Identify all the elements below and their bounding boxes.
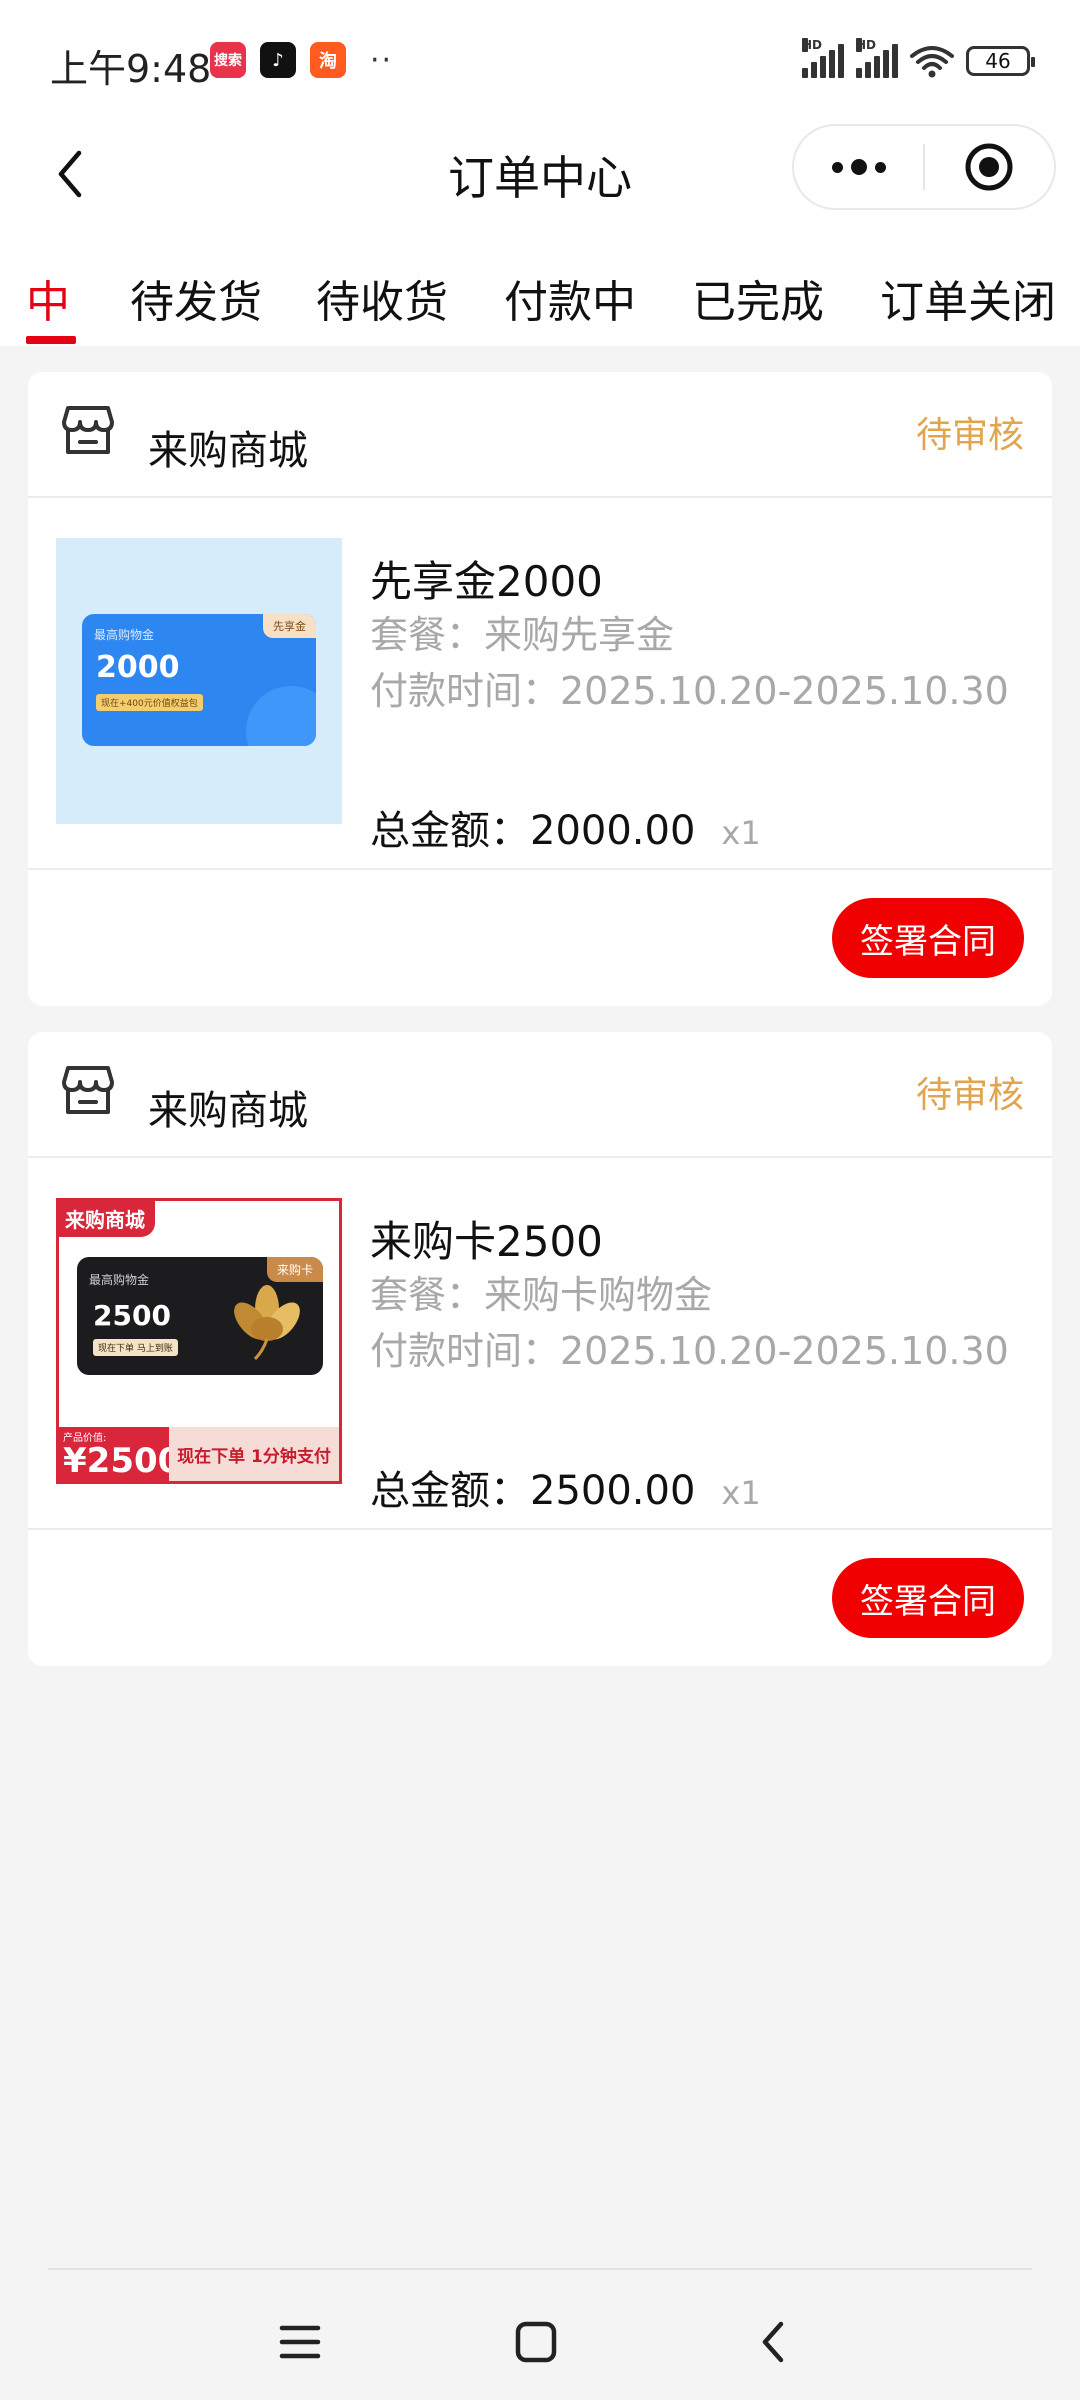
system-navigation-bar bbox=[0, 2268, 1080, 2400]
order-item[interactable]: 最高购物金 2000 现在+400元价值权益包 先享金 先享金2000 套餐：来… bbox=[28, 498, 1052, 870]
tab-completed[interactable]: 已完成 bbox=[692, 266, 824, 330]
store-name[interactable]: 来购商城 bbox=[148, 418, 308, 476]
order-card-footer: 签署合同 bbox=[28, 1530, 1052, 1666]
close-mini-program-button[interactable] bbox=[925, 141, 1054, 193]
menu-icon bbox=[279, 2325, 321, 2359]
back-arrow-icon bbox=[762, 2321, 784, 2363]
order-card-header: 来购商城 待审核 bbox=[28, 372, 1052, 498]
product-image[interactable]: 来购商城 最高购物金 2500 现在下单 马上到账 来购卡 产品价值: ¥250… bbox=[56, 1198, 342, 1484]
order-card-header: 来购商城 待审核 bbox=[28, 1032, 1052, 1158]
product-title: 先享金2000 bbox=[370, 557, 603, 606]
order-card: 来购商城 待审核 最高购物金 2000 现在+400元价值权益包 先享金 先享金… bbox=[28, 372, 1052, 1006]
order-quantity: x1 bbox=[721, 1474, 761, 1512]
active-tab-indicator bbox=[26, 336, 76, 344]
sign-contract-button[interactable]: 签署合同 bbox=[832, 898, 1024, 978]
order-card: 来购商城 待审核 来购商城 最高购物金 2500 现在下单 马上到账 来购卡 产… bbox=[28, 1032, 1052, 1666]
target-circle-icon bbox=[965, 143, 1013, 191]
more-notifications-icon: ·· bbox=[370, 42, 394, 78]
home-square-icon bbox=[515, 2321, 557, 2363]
thumb-brand: 最高购物金 bbox=[94, 628, 155, 642]
more-dots-icon bbox=[831, 161, 843, 173]
more-button[interactable] bbox=[794, 159, 923, 175]
status-bar: 上午9:48 搜索 ♪ 淘 ·· HD HD 46 bbox=[0, 0, 1080, 120]
nav-divider bbox=[48, 2268, 1032, 2270]
store-icon bbox=[62, 406, 114, 454]
payment-time: 付款时间：2025.10.20-2025.10.30 bbox=[370, 669, 1009, 713]
sign-contract-button[interactable]: 签署合同 bbox=[832, 1558, 1024, 1638]
mini-program-capsule bbox=[792, 124, 1056, 210]
product-image[interactable]: 最高购物金 2000 现在+400元价值权益包 先享金 bbox=[56, 538, 342, 824]
product-package: 套餐：来购先享金 bbox=[370, 613, 675, 657]
status-app-icons: 搜索 ♪ 淘 ·· bbox=[210, 42, 393, 78]
order-status-tabs: 中 待发货 待收货 付款中 已完成 订单关闭 bbox=[0, 230, 1080, 346]
thumb-promo: 现在下单 1分钟支付 bbox=[169, 1427, 339, 1481]
thumb-corner-label: 来购商城 bbox=[59, 1201, 155, 1237]
battery-icon: 46 bbox=[966, 46, 1035, 76]
payment-time: 付款时间：2025.10.20-2025.10.30 bbox=[370, 1329, 1009, 1373]
status-time: 上午9:48 bbox=[50, 47, 212, 91]
store-name[interactable]: 来购商城 bbox=[148, 1078, 308, 1136]
tab-paying[interactable]: 付款中 bbox=[504, 266, 636, 330]
tab-in-progress[interactable]: 中 bbox=[26, 266, 70, 330]
tab-pending-receipt[interactable]: 待收货 bbox=[316, 266, 448, 330]
thumb-strip: 现在+400元价值权益包 bbox=[96, 694, 203, 711]
order-quantity: x1 bbox=[721, 814, 761, 852]
taobao-icon: 淘 bbox=[310, 42, 346, 78]
order-total-amount: 总金额：2500.00 bbox=[370, 1468, 696, 1514]
order-status: 待审核 bbox=[915, 1075, 1024, 1116]
order-total-amount: 总金额：2000.00 bbox=[370, 808, 696, 854]
signal-icon: HD bbox=[802, 38, 844, 78]
tiktok-icon: ♪ bbox=[260, 42, 296, 78]
tab-closed[interactable]: 订单关闭 bbox=[880, 266, 1056, 330]
product-package: 套餐：来购卡购物金 bbox=[370, 1273, 713, 1317]
product-title: 来购卡2500 bbox=[370, 1217, 603, 1266]
thumb-price: 产品价值: ¥2500 bbox=[59, 1427, 181, 1481]
home-button[interactable] bbox=[506, 2312, 566, 2372]
search-app-icon: 搜索 bbox=[210, 42, 246, 78]
store-icon bbox=[62, 1066, 114, 1114]
wifi-icon bbox=[910, 46, 954, 78]
signal-icon-2: HD bbox=[856, 38, 898, 78]
gold-flower-icon bbox=[234, 1285, 300, 1361]
thumb-tag: 先享金 bbox=[263, 614, 316, 638]
order-total: 总金额：2500.00 x1 bbox=[370, 1458, 761, 1516]
system-back-button[interactable] bbox=[742, 2312, 802, 2372]
menu-button[interactable] bbox=[270, 2312, 330, 2372]
thumb-brand: 最高购物金 bbox=[89, 1273, 150, 1287]
order-card-footer: 签署合同 bbox=[28, 870, 1052, 1006]
title-bar: 订单中心 bbox=[0, 120, 1080, 230]
tab-pending-shipment[interactable]: 待发货 bbox=[130, 266, 262, 330]
order-total: 总金额：2000.00 x1 bbox=[370, 798, 761, 856]
order-status: 待审核 bbox=[915, 415, 1024, 456]
order-item[interactable]: 来购商城 最高购物金 2500 现在下单 马上到账 来购卡 产品价值: ¥250… bbox=[28, 1158, 1052, 1530]
thumb-amount: 2000 bbox=[96, 650, 180, 685]
thumb-strip: 现在下单 马上到账 bbox=[93, 1339, 178, 1356]
thumb-amount: 2500 bbox=[93, 1299, 171, 1332]
